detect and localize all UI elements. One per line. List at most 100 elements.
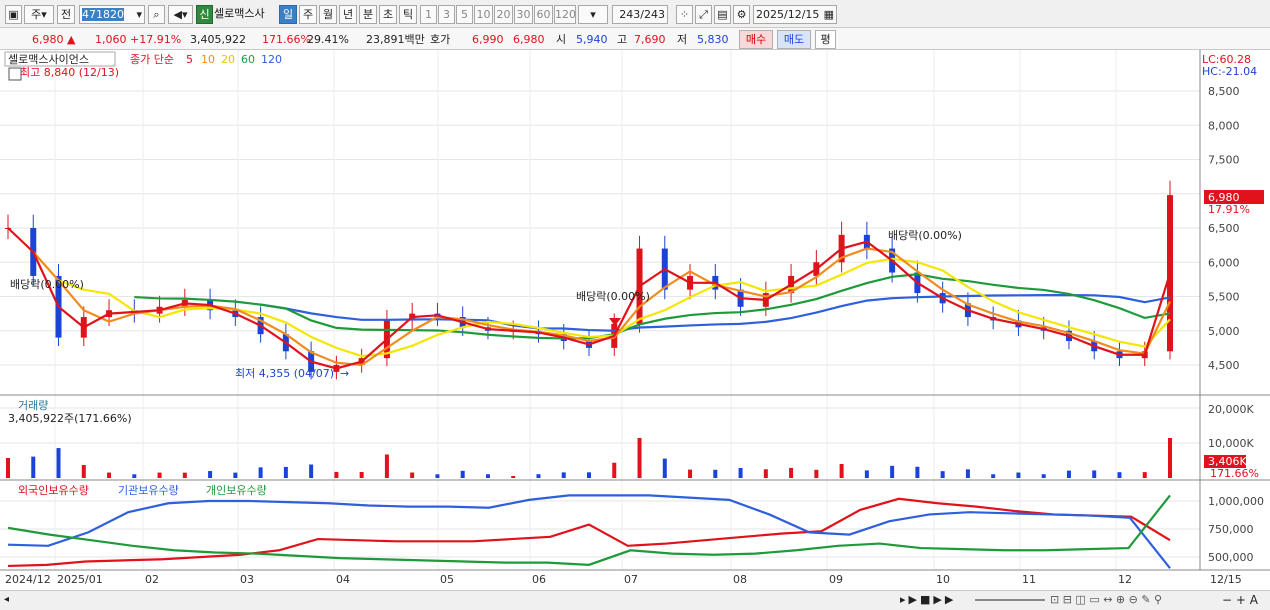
amount-value: 23,891백만 bbox=[366, 33, 425, 46]
interval-3[interactable]: 3 bbox=[438, 5, 455, 24]
open-value: 5,940 bbox=[576, 33, 608, 46]
speaker-icon[interactable]: ◀▾ bbox=[168, 5, 193, 24]
interval-5[interactable]: 5 bbox=[456, 5, 473, 24]
tab-month[interactable]: 월 bbox=[319, 5, 337, 24]
bid1-value: 6,990 bbox=[472, 33, 504, 46]
volume-bar bbox=[132, 474, 137, 478]
bid2-value: 6,980 bbox=[513, 33, 545, 46]
arrow-right-icon: → bbox=[340, 367, 349, 380]
volume-bar bbox=[384, 454, 389, 478]
prev-button[interactable]: 전 bbox=[57, 5, 75, 24]
volume-bar bbox=[662, 458, 667, 478]
volume-bar bbox=[157, 472, 162, 478]
volume-bar bbox=[587, 472, 591, 478]
legend-individual: 개인보유수량 bbox=[206, 484, 267, 497]
ma60-line bbox=[134, 273, 1171, 340]
price-tick: 8,000 bbox=[1208, 119, 1240, 132]
open-label: 시 bbox=[556, 33, 567, 46]
ma-label: 종가 단순 bbox=[130, 53, 174, 66]
volume-bar bbox=[789, 467, 794, 478]
volume-bar bbox=[561, 472, 566, 478]
interval-30[interactable]: 30 bbox=[514, 5, 533, 24]
avg-button[interactable]: 평 bbox=[815, 30, 836, 49]
chevron-down-icon[interactable]: ▾ bbox=[136, 6, 144, 23]
price-tick: 5,000 bbox=[1208, 325, 1240, 338]
x-tick: 11 bbox=[1022, 573, 1036, 586]
x-tick: 06 bbox=[532, 573, 546, 586]
count-value: 243 bbox=[619, 8, 641, 21]
dots-icon[interactable]: ⁘ bbox=[676, 5, 693, 24]
volume-value-label: 3,405,922주(171.66%) bbox=[8, 412, 132, 425]
volume-bar bbox=[713, 469, 718, 478]
window-icon[interactable]: ▣ bbox=[5, 5, 22, 24]
count-input[interactable]: 243/243 bbox=[612, 5, 668, 24]
gear-icon[interactable]: ⚙ bbox=[733, 5, 750, 24]
scroll-bar[interactable]: ◂ ▸▶■▶▶ ⊡ ⊟ ◫ ▭ ↔ ⊕ ⊖ ✎ ⚲ − + A bbox=[0, 590, 1270, 610]
vol-tick-10000k: 10,000K bbox=[1208, 437, 1254, 450]
period-select[interactable]: 주▾ bbox=[24, 5, 54, 24]
price-tick: 5,500 bbox=[1208, 291, 1240, 304]
hold-tick-750000: 750,000 bbox=[1208, 523, 1254, 536]
volume-bar bbox=[763, 469, 768, 478]
tab-week[interactable]: 주 bbox=[299, 5, 317, 24]
volume-bar bbox=[864, 470, 869, 478]
ma5-label: 5 bbox=[186, 53, 193, 66]
volume-bar bbox=[258, 467, 263, 478]
trend-icon[interactable]: ⤢ bbox=[695, 5, 712, 24]
dividend-note-2: 배당락(0.00%) bbox=[576, 290, 650, 303]
x-tick: 12/15 bbox=[1210, 573, 1242, 586]
up-arrow-icon: ▲ bbox=[67, 33, 76, 46]
date-input[interactable]: 2025/12/15 ▦ bbox=[753, 5, 837, 24]
x-tick: 2024/12 bbox=[5, 573, 51, 586]
legend-institution: 기관보유수량 bbox=[118, 484, 179, 497]
scroll-left-icon[interactable]: ◂ bbox=[4, 594, 14, 606]
interval-select[interactable]: ▾ bbox=[578, 5, 608, 24]
price-ticks: 8,5008,0007,5007,0006,5006,0005,5005,000… bbox=[1208, 85, 1240, 372]
save-icon[interactable]: ▤ bbox=[714, 5, 731, 24]
low-label: 저 bbox=[677, 33, 688, 46]
volume-bar bbox=[435, 474, 440, 478]
volume-bar bbox=[1066, 470, 1071, 478]
high-label: 고 bbox=[617, 33, 628, 46]
code-input[interactable]: 471820 ▾ bbox=[79, 5, 145, 24]
volume-bar bbox=[309, 464, 314, 478]
interval-10[interactable]: 10 bbox=[474, 5, 493, 24]
calendar-icon[interactable]: ▦ bbox=[824, 6, 836, 23]
search-icon[interactable]: ⌕ bbox=[148, 5, 165, 24]
zoom-controls[interactable]: − + A bbox=[1222, 593, 1267, 607]
interval-120[interactable]: 120 bbox=[554, 5, 576, 24]
ma10-line bbox=[32, 247, 1171, 367]
volume-bar bbox=[612, 462, 617, 478]
volume-bar bbox=[915, 466, 920, 478]
volume-title: 거래량 bbox=[18, 399, 48, 412]
stock-name: 셀로맥스사 bbox=[214, 7, 265, 20]
tab-tick[interactable]: 틱 bbox=[399, 5, 417, 24]
foreign-line bbox=[7, 497, 1171, 568]
tab-second[interactable]: 초 bbox=[379, 5, 397, 24]
ma60-label: 60 bbox=[241, 53, 255, 66]
tab-minute[interactable]: 분 bbox=[359, 5, 377, 24]
new-button[interactable]: 신 bbox=[196, 5, 213, 24]
high-value: 7,690 bbox=[634, 33, 666, 46]
zoom-slider[interactable] bbox=[975, 599, 1045, 601]
playback-controls[interactable]: ▸▶■▶▶ bbox=[900, 593, 970, 607]
tab-year[interactable]: 년 bbox=[339, 5, 357, 24]
volume-bar bbox=[460, 470, 465, 478]
volume-bar bbox=[1041, 474, 1046, 478]
volume-bar bbox=[1168, 438, 1172, 478]
sell-button[interactable]: 매도 bbox=[777, 30, 811, 49]
calendar-icon[interactable] bbox=[8, 67, 22, 81]
volume-bar bbox=[182, 472, 187, 478]
volume-bar bbox=[107, 472, 112, 478]
volume-bar bbox=[6, 458, 10, 478]
interval-20[interactable]: 20 bbox=[494, 5, 513, 24]
buy-button[interactable]: 매수 bbox=[739, 30, 773, 49]
chart-tools-icons[interactable]: ⊡ ⊟ ◫ ▭ ↔ ⊕ ⊖ ✎ ⚲ bbox=[1050, 593, 1220, 607]
interval-1[interactable]: 1 bbox=[420, 5, 437, 24]
tab-day[interactable]: 일 bbox=[279, 5, 297, 24]
interval-60[interactable]: 60 bbox=[534, 5, 553, 24]
dividend-note-1: 배당락(0.00%) bbox=[10, 278, 84, 291]
hold-tick-1000000: 1,000,000 bbox=[1208, 495, 1264, 508]
volume-bar bbox=[991, 474, 996, 478]
date-value: 2025/12/15 bbox=[756, 8, 820, 21]
